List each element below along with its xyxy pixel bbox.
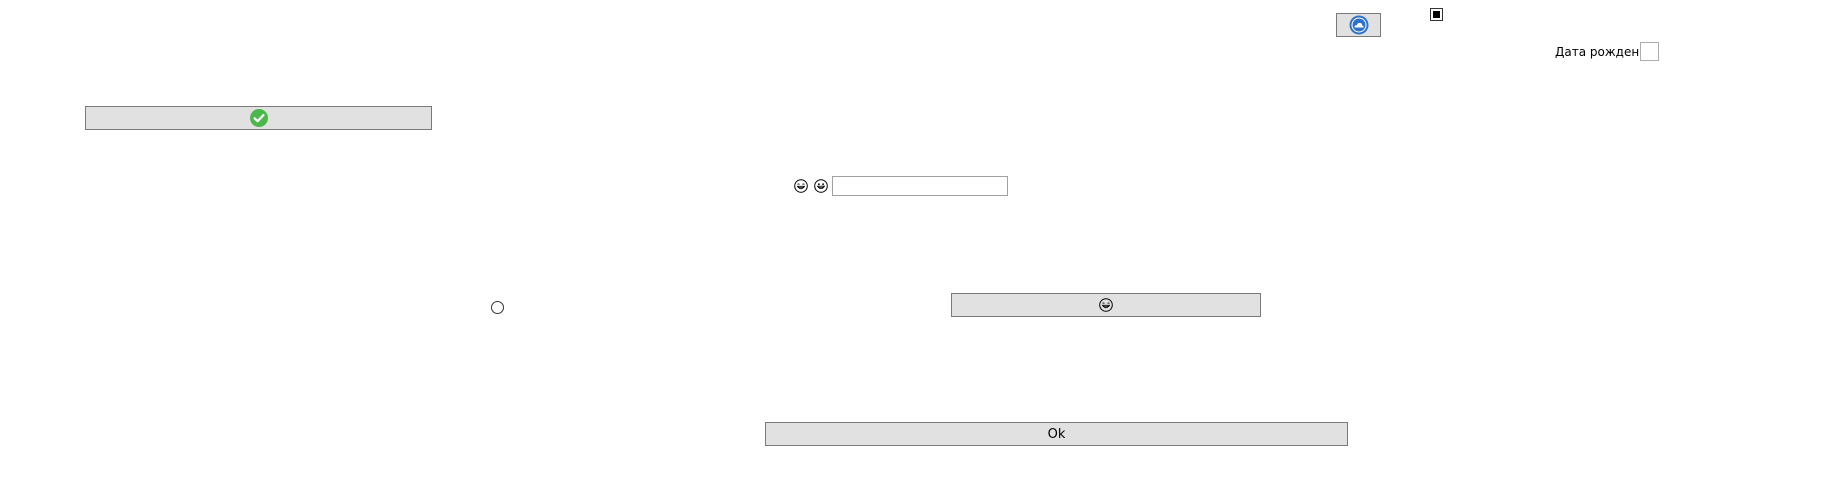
checkbox-indeterminate-mark xyxy=(1433,11,1440,18)
green-check-circle-icon xyxy=(249,109,268,127)
radio-button[interactable] xyxy=(491,301,504,314)
smiling-face-icon xyxy=(814,179,828,193)
text-input[interactable] xyxy=(832,176,1008,196)
cloud-circle-icon xyxy=(1349,15,1369,35)
cloud-icon-button[interactable] xyxy=(1336,13,1381,37)
grinning-face-icon xyxy=(1099,298,1113,312)
emoji-pair xyxy=(794,179,828,193)
ok-button-label: Ok xyxy=(1047,426,1066,442)
date-of-birth-field[interactable] xyxy=(1640,42,1659,61)
grinning-face-icon xyxy=(794,179,808,193)
ok-button[interactable]: Ok xyxy=(765,422,1348,446)
emoji-button[interactable] xyxy=(951,293,1261,317)
confirm-check-button[interactable] xyxy=(85,106,432,130)
indeterminate-checkbox[interactable] xyxy=(1430,8,1443,21)
